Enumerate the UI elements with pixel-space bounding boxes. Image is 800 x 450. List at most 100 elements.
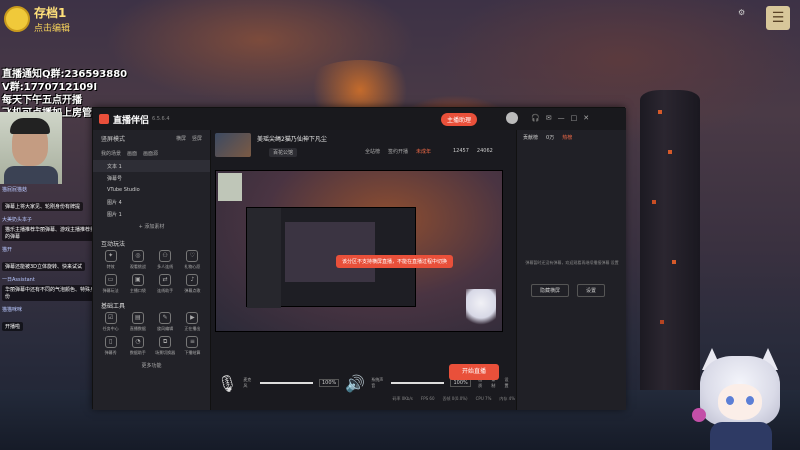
- danmaku-play-icon: ▭: [104, 274, 117, 286]
- danmaku-settings-button[interactable]: 设置: [577, 284, 606, 297]
- tool-item[interactable]: ▯ 弹幕秀: [97, 336, 124, 356]
- room-meta-item[interactable]: 签约开播: [388, 148, 408, 155]
- room-meta-item[interactable]: 全站榜: [365, 148, 380, 155]
- tool-item[interactable]: ✎ 旋风编辑: [152, 312, 179, 332]
- save-badge[interactable]: 存档1 点击编辑: [4, 4, 70, 34]
- connect-icon: ⇄: [159, 274, 172, 286]
- source-item[interactable]: 图片 4: [93, 196, 210, 208]
- tab-landscape[interactable]: 横屏: [176, 136, 186, 142]
- source-item[interactable]: VTube Studio: [93, 184, 210, 196]
- mic-label: 麦克风: [243, 377, 252, 388]
- tool-item[interactable]: ▤ 直播数据: [124, 312, 151, 332]
- settlement-icon: ≡: [186, 336, 199, 348]
- gift-icon: ♡: [186, 250, 199, 262]
- playing-icon: ▶: [186, 312, 199, 324]
- source-item[interactable]: 文本 1: [93, 160, 210, 172]
- settings-icon[interactable]: ⚙: [738, 8, 745, 17]
- room-title[interactable]: 美瑶尖绳2猫乃仙神下凡尘: [257, 134, 327, 143]
- chat-user: 猫屁屁猫菇: [2, 187, 28, 193]
- save-icon: [4, 6, 30, 32]
- notice-line: 每天下午五点开播: [2, 95, 82, 106]
- tool-item[interactable]: ⇄ 连线助手: [152, 274, 179, 294]
- room-meta-item[interactable]: 未成年: [416, 148, 431, 155]
- app-version: 6.5.6.4: [152, 116, 170, 122]
- add-source-button[interactable]: + 添加素材: [93, 220, 210, 232]
- tab-contribution[interactable]: 贡献榜: [523, 134, 538, 144]
- data-helper-icon: ◔: [131, 336, 144, 348]
- basic-tools-title: 基础工具: [101, 302, 126, 310]
- chat-text: 弹幕上将大家见、轮刚身份有牌提: [2, 202, 84, 211]
- mic-volume-slider[interactable]: [259, 382, 313, 384]
- mic-icon[interactable]: 🎙: [217, 374, 237, 393]
- room-info: 美瑶尖绳2猫乃仙神下凡尘 百花公馆 全站榜 签约开播 未成年 12457 240…: [215, 130, 515, 166]
- preview-webcam: [218, 173, 242, 201]
- tool-item[interactable]: ≡ 下播结算: [179, 336, 206, 356]
- chat-text: 猫乐主播推荐华丽弹幕、游戏主播推荐我的弹幕: [2, 225, 100, 241]
- tool-item[interactable]: ♪ 弹幕点歌: [179, 274, 206, 294]
- room-cover[interactable]: [215, 133, 251, 157]
- tab-portrait[interactable]: 竖屏: [192, 136, 202, 142]
- chat-message: 猫猫咪咪 开播啦: [2, 306, 100, 332]
- right-panel: 贡献榜 0万 热榜 弹幕暂时还没有弹幕，欢迎观看再继续播报弹幕 设置 隐藏横屏 …: [516, 130, 626, 410]
- settings-button[interactable]: 设置: [503, 377, 510, 389]
- maximize-icon[interactable]: □: [571, 114, 578, 122]
- close-icon[interactable]: ✕: [583, 114, 589, 122]
- popularity-count: 12457: [453, 148, 469, 154]
- hide-landscape-button[interactable]: 隐藏横屏: [531, 284, 570, 297]
- tool-item[interactable]: ♡ 礼物心愿: [179, 250, 206, 270]
- tool-item[interactable]: ▣ 主播口袋: [124, 274, 151, 294]
- tab-audience-count[interactable]: 0万: [546, 134, 554, 144]
- tab-screen[interactable]: 画面: [127, 150, 137, 157]
- scene-switch-icon: ⧉: [159, 336, 172, 348]
- status-item: 丢帧 0(0.0%): [442, 396, 468, 401]
- speaker-icon[interactable]: 🔊: [345, 374, 365, 393]
- left-sidebar: 竖屏模式 横屏 竖屏 我的场景 画面 画面源 文本 1 弹幕号 VTube St…: [93, 130, 211, 410]
- chat-message: 大美奶头本子 猫乐主播推荐华丽弹幕、游戏主播推荐我的弹幕: [2, 216, 100, 242]
- headset-icon[interactable]: 🎧: [531, 114, 540, 122]
- tab-hot[interactable]: 热榜: [562, 134, 572, 144]
- source-item[interactable]: 图片 1: [93, 208, 210, 220]
- save-subtitle[interactable]: 点击编辑: [34, 21, 70, 34]
- more-functions-link[interactable]: 更多功能: [93, 362, 210, 369]
- stream-preview[interactable]: 该分区不支持横屏直播，不能在直播过程中切换: [215, 170, 503, 332]
- status-bar: 码率 0Kb/s FPS 60 丢帧 0(0.0%) CPU 7% 内存 4%: [215, 396, 515, 402]
- tool-item[interactable]: ⚇ 多人连线: [152, 250, 179, 270]
- system-sound-label: 系统声音: [371, 377, 384, 388]
- tab-my-scenes[interactable]: 我的场景: [101, 150, 121, 157]
- user-avatar[interactable]: [506, 112, 518, 124]
- background-tower: [640, 90, 700, 390]
- chat-message: 猫开 弹幕还能被3D立体旋转、快来试试: [2, 246, 100, 272]
- song-icon: ♪: [186, 274, 199, 286]
- host-assistant-button[interactable]: 主播助理: [441, 113, 478, 126]
- task-icon: ☑: [104, 312, 117, 324]
- tool-item[interactable]: ◎ 观看挑战: [124, 250, 151, 270]
- danmaku-empty-state: 弹幕暂时还没有弹幕，欢迎观看再继续播报弹幕 设置: [525, 260, 619, 265]
- scroll-icon[interactable]: ☰: [766, 6, 790, 30]
- message-icon[interactable]: ✉: [546, 114, 552, 122]
- minimize-icon[interactable]: —: [558, 114, 565, 122]
- app-logo-icon: [99, 114, 109, 124]
- flower-icon: [692, 408, 706, 422]
- scene-mode-label[interactable]: 竖屏模式: [101, 134, 125, 143]
- danmaku-show-icon: ▯: [104, 336, 117, 348]
- orientation-toast: 该分区不支持横屏直播，不能在直播过程中切换: [336, 255, 454, 268]
- chat-message: 一日Assistant 华丽弹幕中还有不同的气泡颜色、特殊身份: [2, 276, 100, 302]
- tool-item[interactable]: ◔ 数据助手: [124, 336, 151, 356]
- start-live-button[interactable]: 开始直播: [449, 364, 499, 380]
- effect-icon: ✦: [104, 250, 117, 262]
- source-item[interactable]: 弹幕号: [93, 172, 210, 184]
- tool-item[interactable]: ☑ 任务中心: [97, 312, 124, 332]
- system-volume-value[interactable]: 100%: [450, 379, 471, 387]
- mic-volume-value[interactable]: 100%: [319, 379, 340, 387]
- tool-item[interactable]: ▶ 正在播出: [179, 312, 206, 332]
- tool-item[interactable]: ✦ 特效: [97, 250, 124, 270]
- tool-item[interactable]: ⧉ 场景切换器: [152, 336, 179, 356]
- challenge-icon: ◎: [131, 250, 144, 262]
- tab-screen-source[interactable]: 画面源: [143, 150, 158, 157]
- data-icon: ▤: [131, 312, 144, 324]
- tool-item[interactable]: ▭ 弹幕玩法: [97, 274, 124, 294]
- system-volume-slider[interactable]: [391, 382, 445, 384]
- chat-text: 华丽弹幕中还有不同的气泡颜色、特殊身份: [2, 285, 100, 301]
- room-category[interactable]: 百花公馆: [269, 148, 298, 157]
- chat-user: 猫猫咪咪: [2, 307, 23, 313]
